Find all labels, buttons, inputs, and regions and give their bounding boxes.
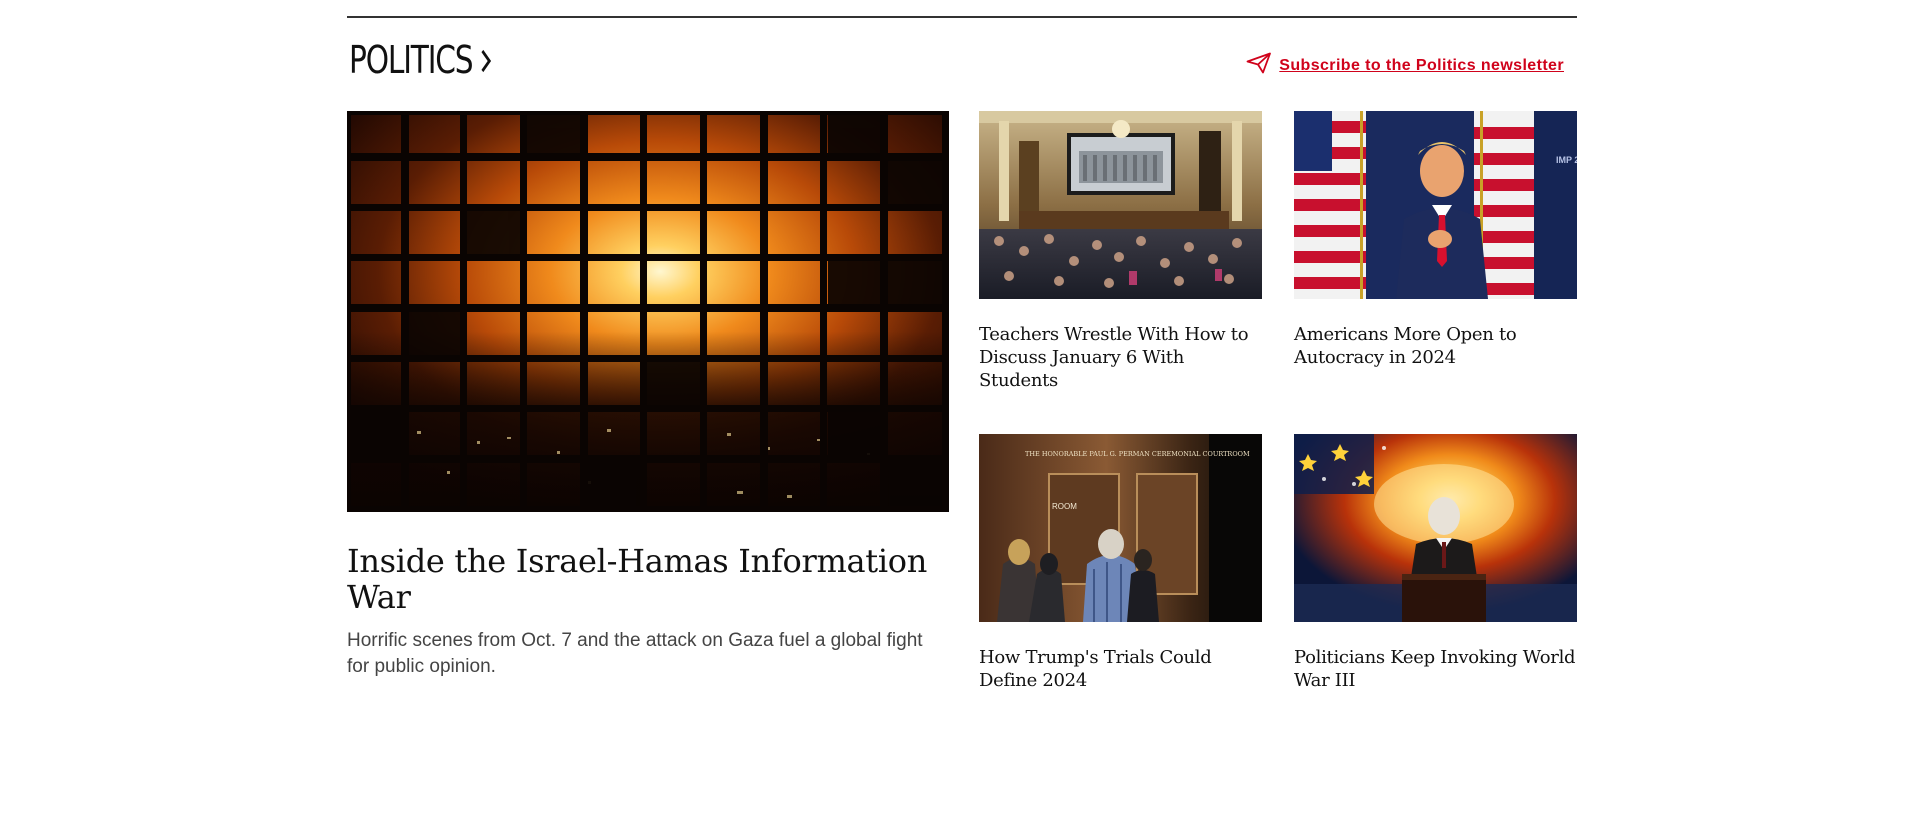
section-title: POLITICS: [349, 38, 474, 82]
feature-headline[interactable]: Inside the Israel-Hamas Information War: [347, 543, 949, 615]
featured-article: Inside the Israel-Hamas Information War …: [347, 111, 949, 680]
article-card: Teachers Wrestle With How to Discuss Jan…: [979, 111, 1262, 392]
feature-dek: Horrific scenes from Oct. 7 and the atta…: [347, 630, 923, 677]
card-image-flags-speaker[interactable]: IMP 2: [1294, 111, 1577, 299]
card-headline[interactable]: How Trump's Trials Could Define 2024: [979, 646, 1262, 692]
chevron-right-icon: [480, 38, 492, 82]
article-card: IMP 2 Americans More Open to Autocracy i…: [1294, 111, 1577, 369]
politics-section-link[interactable]: POLITICS: [349, 38, 493, 82]
room-sign-text: ROOM: [1052, 502, 1077, 511]
politics-section: POLITICS Subscribe to the Politics newsl…: [347, 16, 1577, 691]
subscribe-label: Subscribe to the Politics newsletter: [1279, 56, 1564, 74]
card-headline[interactable]: Politicians Keep Invoking World War III: [1294, 646, 1577, 692]
card-headline[interactable]: Americans More Open to Autocracy in 2024: [1294, 323, 1577, 369]
banner-partial-text: IMP 2: [1556, 155, 1577, 165]
article-card: THE HONORABLE PAUL G. PERMAN CEREMONIAL …: [979, 434, 1262, 692]
courtroom-sign-text: THE HONORABLE PAUL G. PERMAN CEREMONIAL …: [1025, 450, 1250, 458]
card-image-explosion-podium[interactable]: [1294, 434, 1577, 622]
card-image-hearing-room[interactable]: [979, 111, 1262, 299]
article-card: Politicians Keep Invoking World War III: [1294, 434, 1577, 692]
feature-image-fire-window[interactable]: [347, 111, 949, 512]
page: POLITICS Subscribe to the Politics newsl…: [0, 0, 1920, 830]
section-header: POLITICS Subscribe to the Politics newsl…: [347, 18, 1577, 112]
card-headline[interactable]: Teachers Wrestle With How to Discuss Jan…: [979, 323, 1262, 392]
paper-plane-icon: [1246, 52, 1272, 79]
card-image-courtroom-door[interactable]: THE HONORABLE PAUL G. PERMAN CEREMONIAL …: [979, 434, 1262, 622]
subscribe-newsletter-link[interactable]: Subscribe to the Politics newsletter: [1246, 52, 1564, 79]
